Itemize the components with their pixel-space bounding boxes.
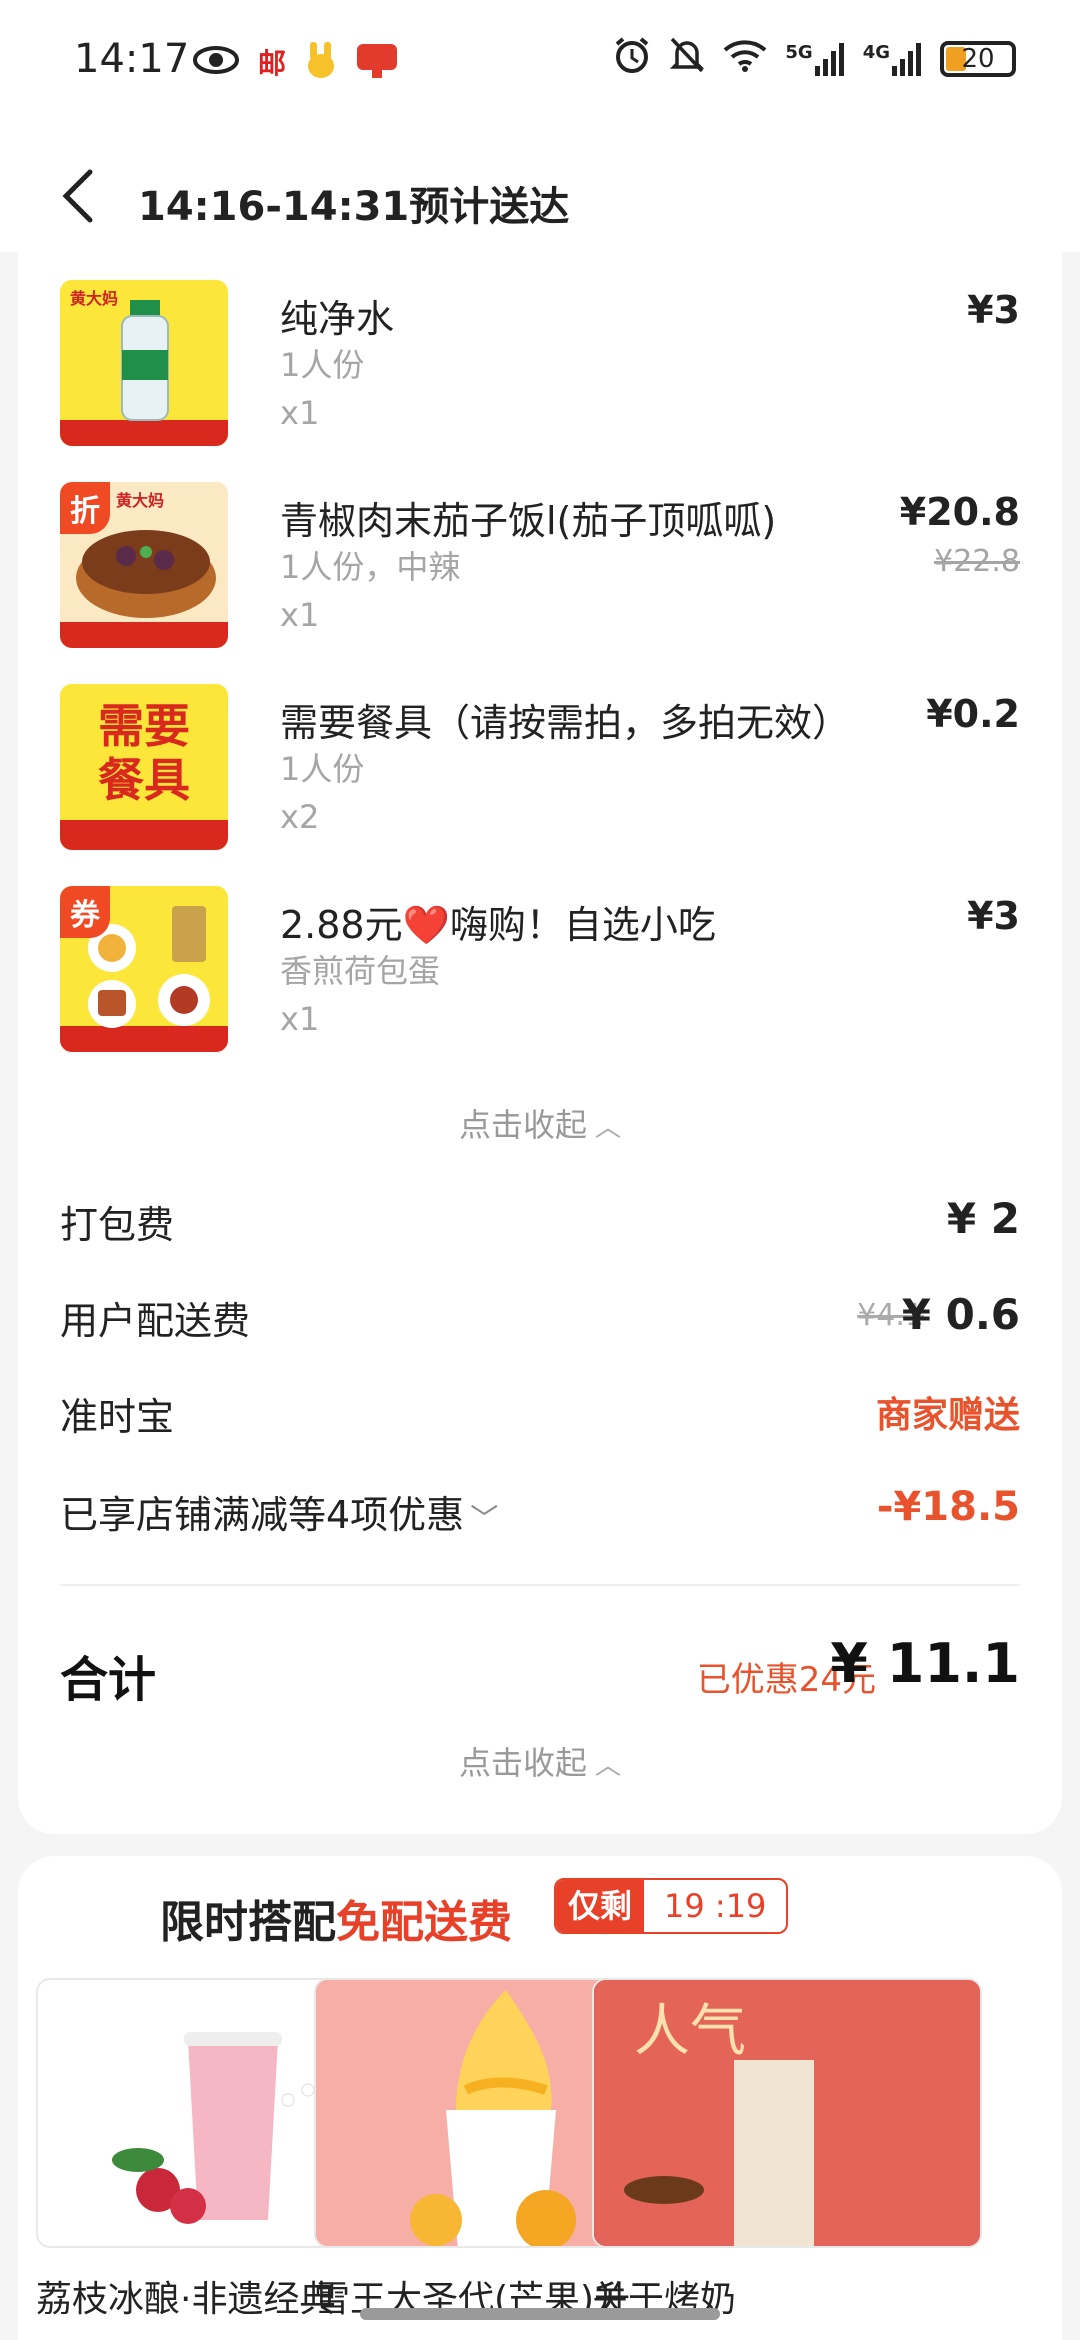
item-quantity: x1 (280, 1000, 320, 1038)
coupon-badge: 券 (60, 886, 110, 938)
unionpay-app-icon (356, 40, 398, 84)
chevron-left-icon (62, 169, 93, 223)
collapse-label: 点击收起 (458, 1744, 587, 1782)
discount-badge: 折 (60, 482, 110, 534)
item-name: 2.88元❤️嗨购！自选小吃 (280, 903, 716, 947)
page-header: 14:16-14:31预计送达 (0, 120, 1080, 252)
total-value: ¥ 11.1 (830, 1632, 1020, 1695)
wifi-icon (723, 38, 767, 79)
thumb-text-line2: 餐具 (98, 753, 190, 807)
item-image: 券 (60, 886, 228, 1052)
eye-icon (192, 44, 240, 80)
ontime-guarantee-value: 商家赠送 (875, 1395, 1020, 1436)
packing-fee-label: 打包费 (60, 1203, 175, 1247)
promo-title: 限时搭配免配送费 (160, 1897, 512, 1948)
alarm-icon (613, 36, 651, 81)
list-item[interactable]: 黄大妈 折 青椒肉末茄子饭l(茄子顶呱呱) 1人份，中辣 x1 ¥20.8 ¥2… (60, 478, 1020, 648)
item-spec: 1人份 (280, 346, 365, 384)
item-name: 需要餐具（请按需拍，多拍无效） (280, 701, 851, 745)
list-item[interactable]: 需要 餐具 需要餐具（请按需拍，多拍无效） 1人份 x2 ¥0.2 (60, 680, 1020, 850)
product-card[interactable]: 人气 关于烤奶 (592, 1978, 982, 2340)
rabbit-app-icon (304, 40, 338, 84)
timer-value: 19 :19 (664, 1887, 767, 1925)
delivery-fee-value: ¥ 0.6 (901, 1290, 1020, 1339)
delivery-fee-label: 用户配送费 (60, 1299, 251, 1343)
delivery-fee-row: 用户配送费 ¥4.1 ¥ 0.6 (60, 1290, 1020, 1350)
item-quantity: x1 (280, 596, 320, 634)
ontime-guarantee-label: 准时宝 (60, 1395, 175, 1439)
status-left-icons: 邮 (192, 40, 398, 84)
item-spec: 1人份 (280, 750, 365, 788)
packing-fee-value: ¥ 2 (946, 1194, 1020, 1243)
timer-label: 仅剩 (556, 1880, 645, 1932)
order-summary-card: 黄大妈 纯净水 1人份 x1 ¥3 黄大妈 折 青椒肉末茄子饭l(茄子顶呱呱) … (18, 252, 1062, 1834)
total-label: 合计 (60, 1652, 157, 1708)
back-button[interactable] (56, 166, 100, 226)
status-right-icons: 5G 4G 20 (613, 36, 1016, 81)
product-name: 荔枝冰酿·非遗经典 (36, 2279, 336, 2320)
collapse-items-button[interactable]: 点击收起 ︿ (18, 1100, 1062, 1146)
item-spec: 1人份，中辣 (280, 548, 461, 586)
item-name: 青椒肉末茄子饭l(茄子顶呱呱) (280, 499, 777, 543)
discounts-row[interactable]: 已享店铺满减等4项优惠 ﹀ -¥18.5 (60, 1484, 1020, 1544)
item-price: ¥20.8 (899, 490, 1020, 534)
item-image: 黄大妈 折 (60, 482, 228, 648)
chevron-up-icon: ︿ (595, 1751, 622, 1781)
item-name: 纯净水 (280, 297, 395, 341)
status-time: 14:17 (74, 36, 190, 82)
countdown-timer: 仅剩 19 :19 (554, 1878, 789, 1934)
collapse-summary-button[interactable]: 点击收起 ︿ (18, 1738, 1062, 1784)
item-original-price: ¥22.8 (934, 544, 1020, 579)
thumb-label: 黄大妈 (70, 289, 118, 308)
mail-app-icon: 邮 (258, 47, 287, 80)
battery-icon: 20 (940, 40, 1016, 77)
chevron-up-icon: ︿ (595, 1113, 622, 1143)
mute-icon (669, 36, 705, 81)
item-quantity: x2 (280, 798, 320, 836)
packing-fee-row: 打包费 ¥ 2 (60, 1194, 1020, 1254)
signal-4g-icon: 4G (863, 42, 922, 76)
third-label: 人气 (634, 1999, 746, 2064)
collapse-label: 点击收起 (458, 1106, 587, 1144)
item-price: ¥3 (967, 894, 1020, 938)
list-item[interactable]: 券 2.88元❤️嗨购！自选小吃 香煎荷包蛋 x1 ¥3 (60, 882, 1020, 1052)
page-title: 14:16-14:31预计送达 (138, 184, 570, 230)
item-quantity: x1 (280, 394, 320, 432)
item-image: 需要 餐具 (60, 684, 228, 850)
signal-5g-icon: 5G (785, 42, 844, 76)
list-item[interactable]: 黄大妈 纯净水 1人份 x1 ¥3 (60, 276, 1020, 446)
discounts-label: 已享店铺满减等4项优惠 ﹀ (60, 1493, 499, 1537)
chevron-down-icon: ﹀ (470, 1502, 499, 1535)
item-spec: 香煎荷包蛋 (280, 952, 441, 990)
item-price: ¥3 (967, 288, 1020, 332)
promo-card: 限时搭配免配送费 仅剩 19 :19 荔枝冰酿·非遗经典 雪王大圣代(芒果)升 … (18, 1856, 1062, 2340)
item-image: 黄大妈 (60, 280, 228, 446)
item-price: ¥0.2 (926, 692, 1020, 736)
thumb-text-line1: 需要 (98, 699, 190, 753)
home-indicator[interactable] (360, 2308, 720, 2320)
product-image: 人气 (592, 1978, 982, 2248)
ontime-guarantee-row[interactable]: 准时宝 商家赠送 (60, 1386, 1020, 1446)
divider (60, 1584, 1020, 1586)
status-bar: 14:17 邮 5G 4G 20 (0, 0, 1080, 120)
discounts-value: -¥18.5 (876, 1484, 1020, 1530)
thumb-label: 黄大妈 (116, 491, 164, 510)
